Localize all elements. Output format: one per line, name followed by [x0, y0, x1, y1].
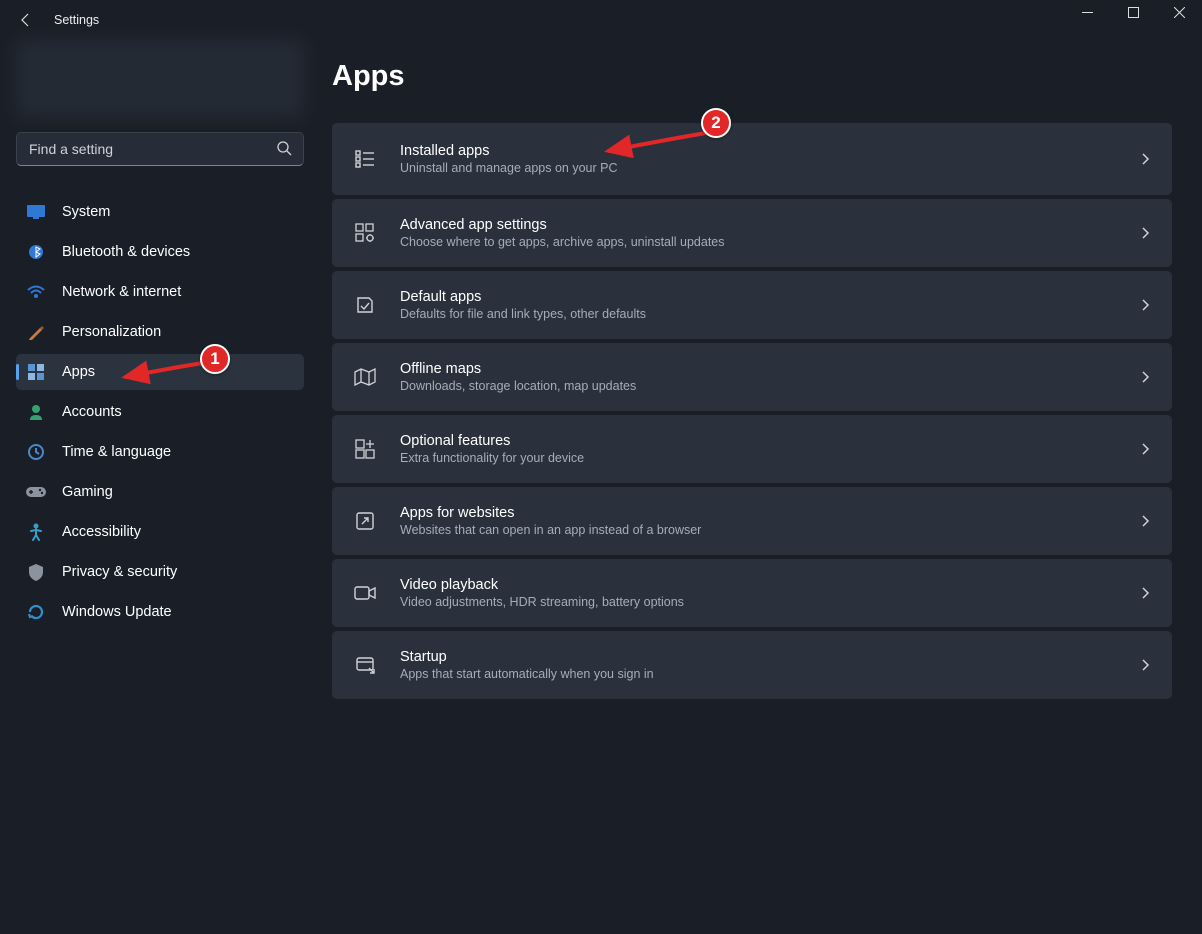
sidebar-item-accounts[interactable]: Accounts — [16, 394, 304, 430]
minimize-button[interactable] — [1064, 0, 1110, 28]
search-box[interactable] — [16, 132, 304, 166]
close-button[interactable] — [1156, 0, 1202, 28]
card-subtitle: Choose where to get apps, archive apps, … — [400, 235, 1140, 249]
list-icon — [354, 148, 376, 170]
update-icon — [26, 602, 46, 622]
sidebar-item-label: System — [62, 204, 110, 220]
video-icon — [354, 582, 376, 604]
time-icon — [26, 442, 46, 462]
settings-card-list: Installed apps Uninstall and manage apps … — [332, 123, 1172, 699]
card-title: Apps for websites — [400, 505, 1140, 521]
sidebar-item-label: Privacy & security — [62, 564, 177, 580]
card-title: Installed apps — [400, 143, 1140, 159]
card-title: Offline maps — [400, 361, 1140, 377]
apps-icon — [26, 362, 46, 382]
plus-grid-icon — [354, 438, 376, 460]
annotation-badge-2: 2 — [701, 108, 731, 138]
maximize-button[interactable] — [1110, 0, 1156, 28]
settings-card-plus-grid[interactable]: Optional features Extra functionality for… — [332, 415, 1172, 483]
annotation-badge-1: 1 — [200, 344, 230, 374]
open-external-icon — [354, 510, 376, 532]
user-profile[interactable] — [16, 40, 304, 118]
chevron-right-icon — [1140, 586, 1150, 600]
content-area: Apps Installed apps Uninstall and manage … — [316, 40, 1202, 934]
card-title: Advanced app settings — [400, 217, 1140, 233]
page-title: Apps — [332, 60, 1172, 93]
card-title: Optional features — [400, 433, 1140, 449]
card-subtitle: Extra functionality for your device — [400, 451, 1140, 465]
sidebar-item-network[interactable]: Network & internet — [16, 274, 304, 310]
gaming-icon — [26, 482, 46, 502]
titlebar: Settings — [0, 0, 1202, 40]
card-subtitle: Defaults for file and link types, other … — [400, 307, 1140, 321]
sidebar-item-label: Accounts — [62, 404, 122, 420]
window-title: Settings — [54, 13, 99, 27]
sidebar-item-label: Windows Update — [62, 604, 172, 620]
nav-list: System Bluetooth & devices Network & inter… — [16, 194, 304, 630]
startup-icon — [354, 654, 376, 676]
accessibility-icon — [26, 522, 46, 542]
back-button[interactable] — [18, 12, 34, 28]
sidebar-item-label: Apps — [62, 364, 95, 380]
chevron-right-icon — [1140, 152, 1150, 166]
personalization-icon — [26, 322, 46, 342]
privacy-icon — [26, 562, 46, 582]
maximize-icon — [1128, 7, 1139, 18]
sidebar-item-update[interactable]: Windows Update — [16, 594, 304, 630]
card-subtitle: Video adjustments, HDR streaming, batter… — [400, 595, 1140, 609]
card-subtitle: Uninstall and manage apps on your PC — [400, 161, 1140, 175]
settings-card-gear-grid[interactable]: Advanced app settings Choose where to get… — [332, 199, 1172, 267]
annotation-arrow-1 — [117, 355, 207, 385]
settings-card-open-external[interactable]: Apps for websites Websites that can open … — [332, 487, 1172, 555]
sidebar-item-label: Personalization — [62, 324, 161, 340]
check-shape-icon — [354, 294, 376, 316]
close-icon — [1174, 7, 1185, 18]
card-title: Startup — [400, 649, 1140, 665]
sidebar-item-time[interactable]: Time & language — [16, 434, 304, 470]
search-icon — [276, 140, 292, 156]
sidebar-item-label: Bluetooth & devices — [62, 244, 190, 260]
accounts-icon — [26, 402, 46, 422]
gear-grid-icon — [354, 222, 376, 244]
chevron-right-icon — [1140, 226, 1150, 240]
sidebar-item-label: Accessibility — [62, 524, 141, 540]
chevron-right-icon — [1140, 370, 1150, 384]
sidebar-item-label: Gaming — [62, 484, 113, 500]
card-subtitle: Downloads, storage location, map updates — [400, 379, 1140, 393]
chevron-right-icon — [1140, 514, 1150, 528]
map-icon — [354, 366, 376, 388]
sidebar-item-personalization[interactable]: Personalization — [16, 314, 304, 350]
chevron-right-icon — [1140, 658, 1150, 672]
sidebar-item-accessibility[interactable]: Accessibility — [16, 514, 304, 550]
card-title: Video playback — [400, 577, 1140, 593]
chevron-right-icon — [1140, 298, 1150, 312]
search-input[interactable] — [16, 132, 304, 166]
system-icon — [26, 202, 46, 222]
network-icon — [26, 282, 46, 302]
sidebar-item-label: Time & language — [62, 444, 171, 460]
settings-card-map[interactable]: Offline maps Downloads, storage location,… — [332, 343, 1172, 411]
settings-card-check-shape[interactable]: Default apps Defaults for file and link t… — [332, 271, 1172, 339]
sidebar-item-bluetooth[interactable]: Bluetooth & devices — [16, 234, 304, 270]
annotation-arrow-2 — [600, 125, 710, 160]
settings-card-startup[interactable]: Startup Apps that start automatically whe… — [332, 631, 1172, 699]
card-title: Default apps — [400, 289, 1140, 305]
sidebar: System Bluetooth & devices Network & inter… — [0, 40, 316, 934]
window-controls — [1064, 4, 1202, 36]
settings-card-video[interactable]: Video playback Video adjustments, HDR str… — [332, 559, 1172, 627]
settings-card-list[interactable]: Installed apps Uninstall and manage apps … — [332, 123, 1172, 195]
card-subtitle: Apps that start automatically when you s… — [400, 667, 1140, 681]
sidebar-item-privacy[interactable]: Privacy & security — [16, 554, 304, 590]
minimize-icon — [1082, 7, 1093, 18]
sidebar-item-label: Network & internet — [62, 284, 181, 300]
sidebar-item-gaming[interactable]: Gaming — [16, 474, 304, 510]
chevron-right-icon — [1140, 442, 1150, 456]
card-subtitle: Websites that can open in an app instead… — [400, 523, 1140, 537]
sidebar-item-system[interactable]: System — [16, 194, 304, 230]
bluetooth-icon — [26, 242, 46, 262]
arrow-left-icon — [18, 12, 34, 28]
